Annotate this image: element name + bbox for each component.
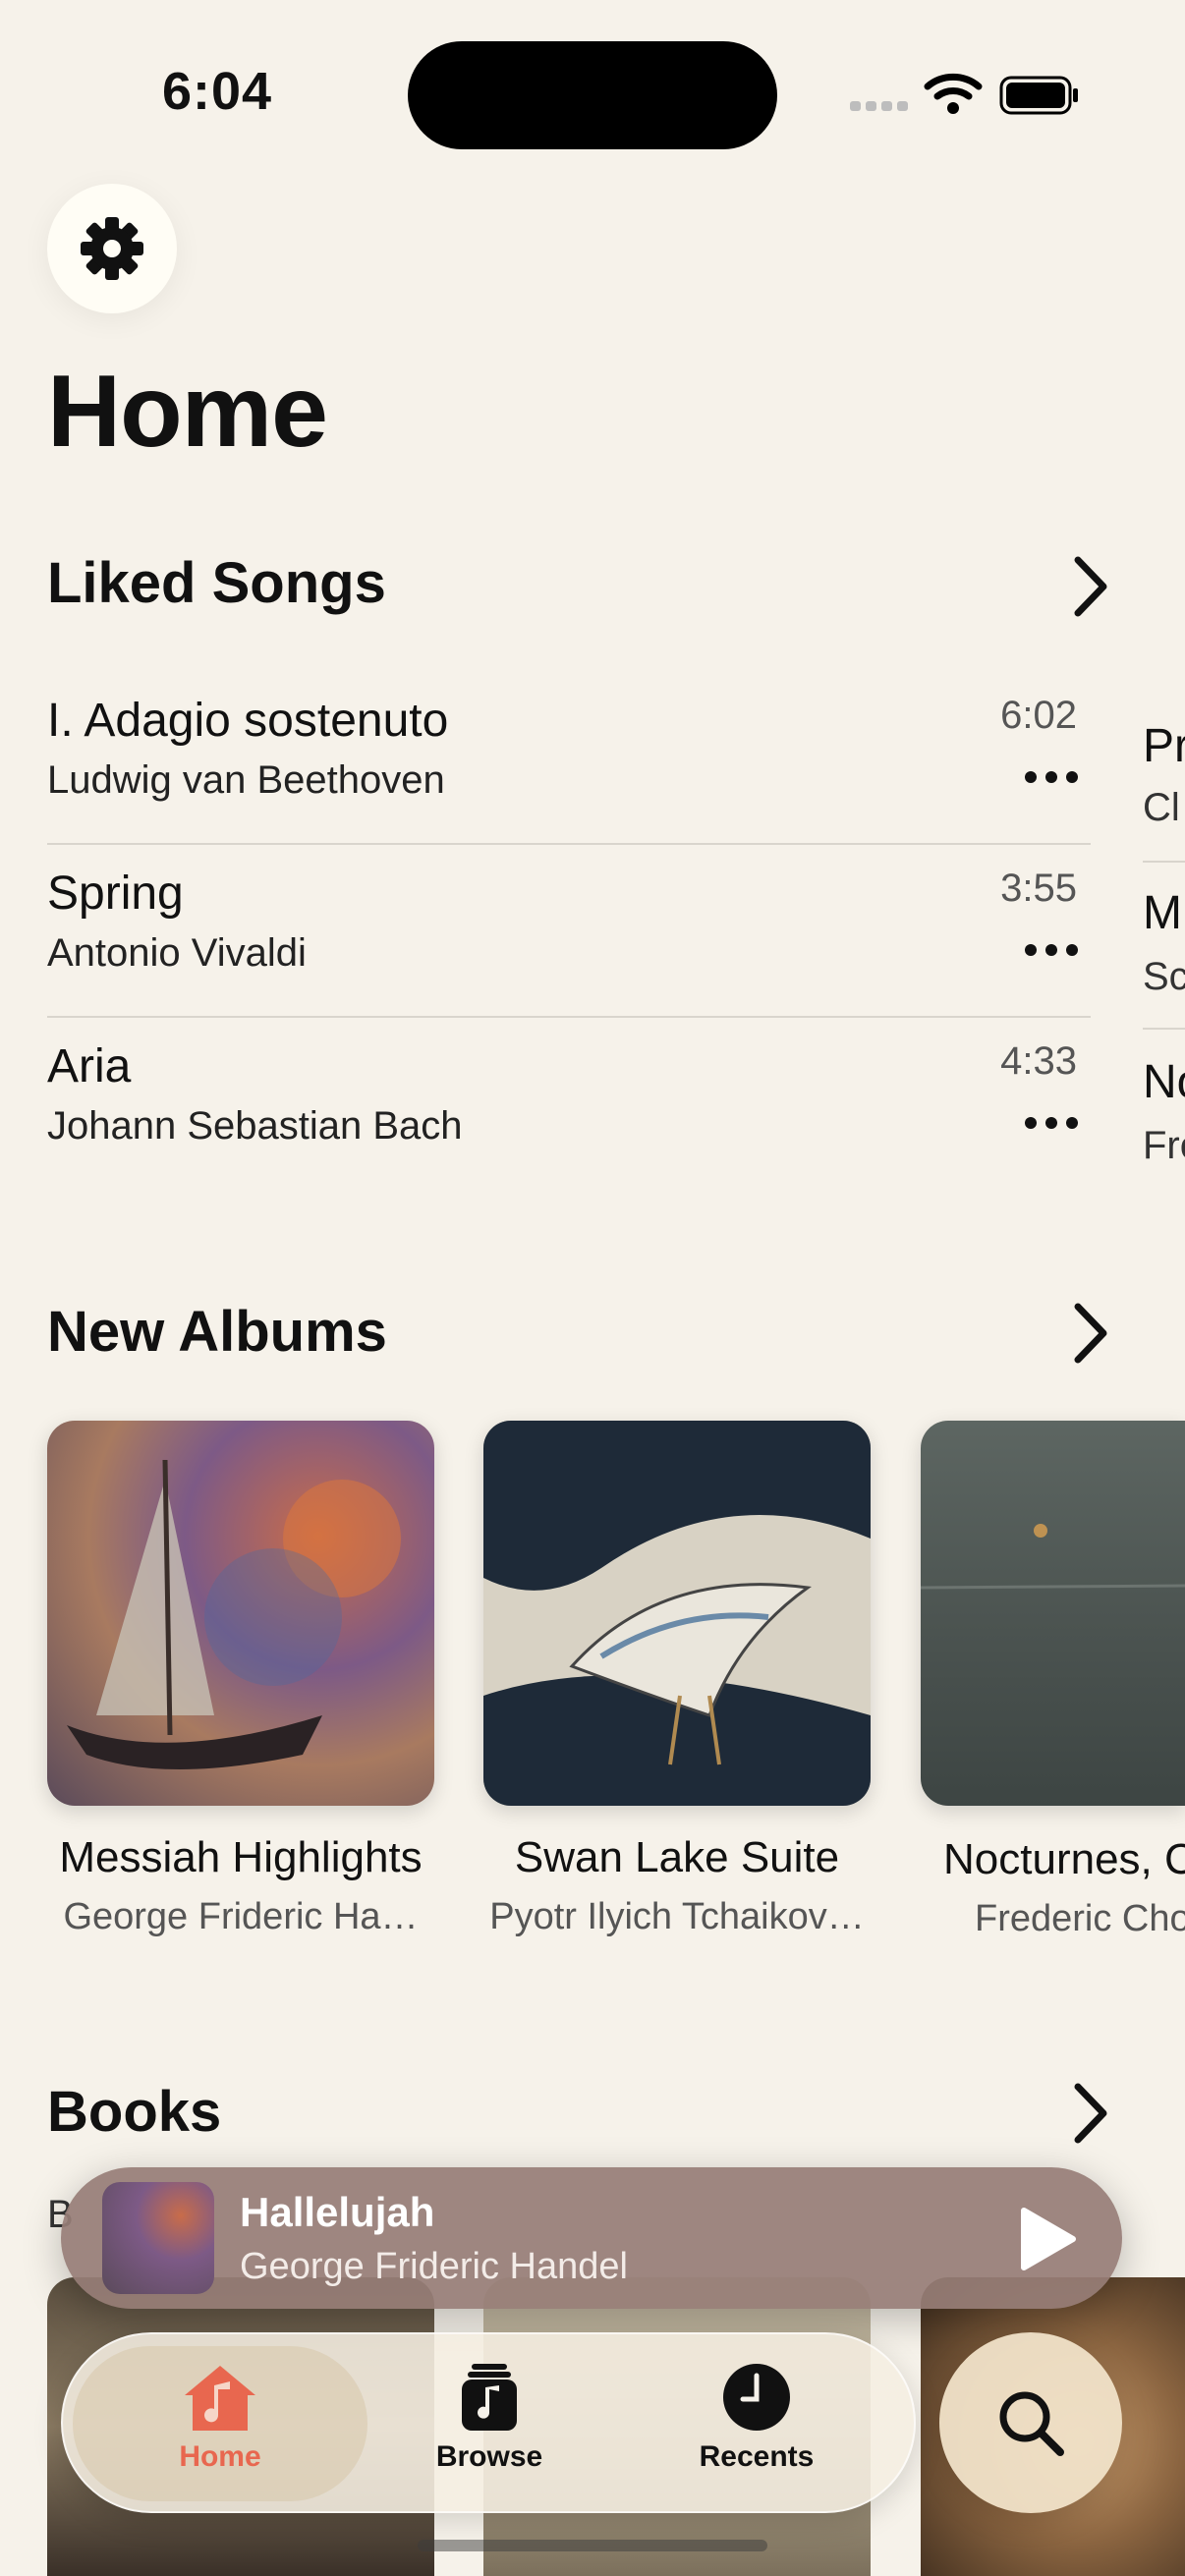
song-title: I. Adagio sostenuto — [47, 695, 449, 747]
liked-songs-chevron-right-icon[interactable] — [1066, 552, 1115, 621]
album-artist: George Frideric Ha… — [63, 1896, 419, 1937]
more-options-icon[interactable] — [1024, 1116, 1079, 1130]
divider — [1143, 1028, 1185, 1030]
more-options-icon[interactable] — [1024, 770, 1079, 784]
tab-home[interactable]: Home — [102, 2362, 338, 2490]
battery-icon — [999, 76, 1078, 115]
song-artist: Antonio Vivaldi — [47, 931, 307, 975]
search-button[interactable] — [939, 2332, 1122, 2513]
new-albums-heading[interactable]: New Albums — [47, 1299, 387, 1365]
album-cover[interactable] — [921, 1421, 1185, 1806]
tab-recents-label: Recents — [699, 2440, 815, 2473]
now-playing-title: Hallelujah — [240, 2189, 435, 2235]
song-duration: 6:02 — [1000, 694, 1077, 737]
books-chevron-right-icon[interactable] — [1066, 2079, 1115, 2148]
song-duration: 3:55 — [1000, 867, 1077, 910]
tab-browse[interactable]: Browse — [371, 2362, 607, 2490]
settings-button[interactable] — [47, 184, 177, 313]
home-indicator — [418, 2540, 767, 2551]
album-cover[interactable] — [483, 1421, 871, 1806]
song-row[interactable]: I. Adagio sostenuto Ludwig van Beethoven… — [47, 672, 1091, 845]
album-cover[interactable] — [47, 1421, 434, 1806]
liked-songs-heading[interactable]: Liked Songs — [47, 550, 386, 616]
now-playing-artist: George Frideric Handel — [240, 2246, 628, 2287]
song-artist: Johann Sebastian Bach — [47, 1104, 463, 1148]
wifi-icon — [924, 73, 983, 114]
peek-song-artist: Cl — [1143, 786, 1180, 829]
status-time: 6:04 — [162, 62, 273, 121]
song-artist: Ludwig van Beethoven — [47, 758, 445, 802]
clock-icon — [723, 2364, 790, 2431]
now-playing-bar[interactable]: Hallelujah George Frideric Handel — [61, 2167, 1122, 2309]
album-title: Swan Lake Suite — [514, 1833, 840, 1881]
page-title: Home — [47, 355, 328, 469]
song-title: Aria — [47, 1040, 132, 1092]
album-title: Messiah Highlights — [59, 1833, 423, 1881]
sailboat-painting-artwork — [67, 1459, 401, 1769]
dynamic-island — [408, 41, 777, 149]
tab-home-label: Home — [179, 2440, 261, 2473]
now-playing-artwork — [102, 2182, 214, 2294]
song-row[interactable]: Aria Johann Sebastian Bach 4:33 — [47, 1018, 1091, 1191]
song-row[interactable]: Spring Antonio Vivaldi 3:55 — [47, 845, 1091, 1018]
song-title: Spring — [47, 868, 184, 920]
album-title: Nocturnes, C — [943, 1835, 1185, 1883]
new-albums-chevron-right-icon[interactable] — [1066, 1299, 1115, 1368]
song-duration: 4:33 — [1000, 1039, 1077, 1083]
gear-icon — [81, 217, 143, 280]
tab-browse-label: Browse — [435, 2440, 543, 2473]
peek-song-title[interactable]: Pr — [1143, 719, 1185, 773]
nocturne-painting-artwork — [921, 1524, 1185, 1590]
peek-song-title[interactable]: No — [1143, 1055, 1185, 1109]
play-icon[interactable] — [1012, 2205, 1081, 2273]
cellular-signal-icon — [850, 101, 909, 111]
cranes-woodblock-artwork — [483, 1421, 871, 1806]
peek-song-title[interactable]: M — [1143, 886, 1182, 940]
music-note-stack-icon — [462, 2364, 517, 2431]
peek-song-artist: Fre — [1143, 1124, 1185, 1167]
divider — [1143, 861, 1185, 863]
tab-recents[interactable]: Recents — [639, 2362, 875, 2490]
album-artist: Pyotr Ilyich Tchaikov… — [489, 1896, 865, 1937]
tab-bar: Home Browse Recents — [61, 2332, 916, 2513]
house-icon — [185, 2366, 255, 2431]
search-icon — [999, 2391, 1064, 2456]
peek-song-artist: Sc — [1143, 955, 1185, 998]
album-artist: Frederic Cho — [975, 1898, 1185, 1939]
more-options-icon[interactable] — [1024, 943, 1079, 957]
books-heading[interactable]: Books — [47, 2079, 221, 2145]
